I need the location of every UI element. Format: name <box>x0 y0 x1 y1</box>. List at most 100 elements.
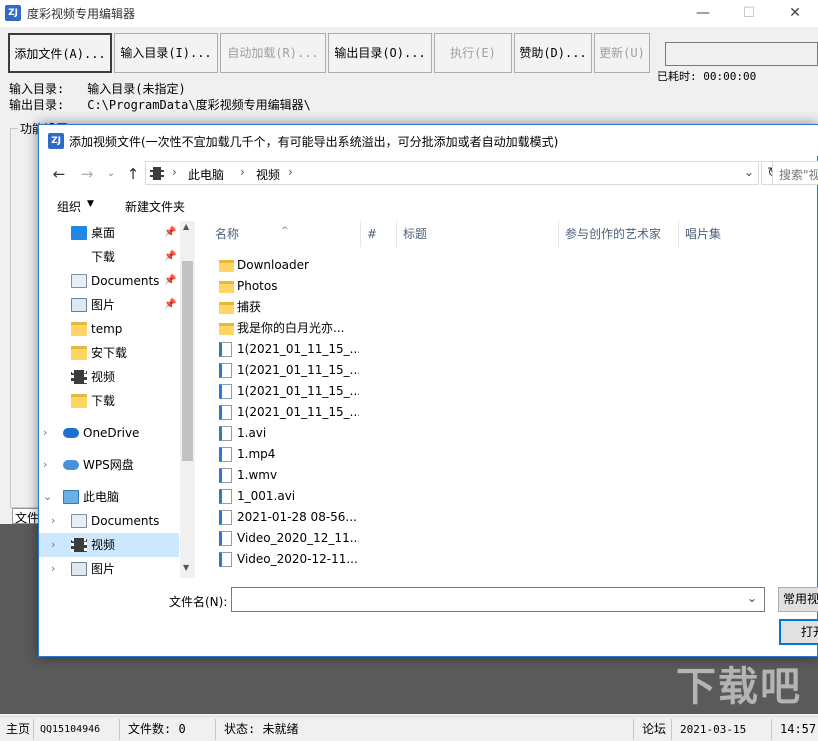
file-name: Video_2020_12_11... <box>237 528 359 549</box>
command-bar: 组织 ▼ 新建文件夹 <box>39 193 818 219</box>
nav-pane-item[interactable]: › 图片 <box>39 557 179 578</box>
column-header-album[interactable]: 唱片集 <box>679 221 818 247</box>
file-list-item[interactable]: Video_2020_12_11... <box>209 528 359 549</box>
column-header-artist[interactable]: 参与创作的艺术家 <box>559 221 679 247</box>
address-dropdown-icon[interactable]: ⌄ <box>744 165 754 179</box>
column-header-number[interactable]: # <box>361 221 397 247</box>
breadcrumb-separator[interactable]: › <box>288 165 293 179</box>
nav-pane-item-label: 视频 <box>91 365 115 389</box>
scroll-down-icon[interactable]: ▼ <box>183 563 189 572</box>
output-dir-label: 输出目录: <box>9 97 80 113</box>
nav-pane-item-label: temp <box>91 317 122 341</box>
home-link[interactable]: 主页 <box>2 719 34 740</box>
auto-load-button[interactable]: 自动加载(R)... <box>220 33 326 73</box>
search-input[interactable]: 搜索"视频" <box>772 161 818 185</box>
file-list-item[interactable]: 1_001.avi <box>209 486 359 507</box>
back-arrow-icon[interactable]: ← <box>49 164 69 184</box>
video-file-icon <box>219 426 232 441</box>
maximize-button[interactable]: ☐ <box>726 0 772 27</box>
expand-chevron-icon[interactable]: › <box>51 509 55 533</box>
file-name: Downloader <box>237 255 309 276</box>
new-folder-button[interactable]: 新建文件夹 <box>125 198 185 215</box>
this-pc-icon <box>63 490 79 504</box>
add-video-file-dialog: ZJ 添加视频文件(一次性不宜加载几千个，有可能导出系统溢出，可分批添加或者自动… <box>38 124 818 657</box>
nav-pane-item-label: Documents <box>91 269 159 293</box>
expand-chevron-icon[interactable]: › <box>51 557 55 578</box>
recent-locations-icon[interactable]: ⌄ <box>101 164 121 184</box>
nav-scroll-thumb[interactable] <box>182 261 193 461</box>
column-headers: 名称 ^ # 标题 参与创作的艺术家 唱片集 <box>209 221 818 247</box>
dialog-nav-bar: ← → ⌄ ↑ › 此电脑 › 视频 › ⌄ ↻ 搜索"视频" <box>39 156 818 190</box>
expand-chevron-icon[interactable]: › <box>51 533 55 557</box>
collapse-chevron-icon[interactable]: ⌄ <box>43 485 52 509</box>
nav-pane-item-label: Documents <box>91 509 159 533</box>
breadcrumb-separator[interactable]: › <box>240 165 245 179</box>
donate-button[interactable]: 赞助(D)... <box>514 33 592 73</box>
filename-input[interactable] <box>231 587 765 612</box>
forum-link[interactable]: 论坛 <box>638 719 672 740</box>
add-file-button[interactable]: 添加文件(A)... <box>8 33 112 73</box>
close-button[interactable]: ✕ <box>772 0 818 27</box>
nav-pane-item-label: 图片 <box>91 557 115 578</box>
filename-dropdown-icon[interactable]: ⌄ <box>747 591 757 605</box>
up-arrow-icon[interactable]: ↑ <box>123 164 143 184</box>
file-list-tab[interactable]: 文件 <box>12 508 40 524</box>
nav-pane-item[interactable]: › OneDrive <box>39 421 179 445</box>
minimize-button[interactable]: — <box>680 0 726 27</box>
nav-pane-item[interactable]: 桌面📌 <box>39 221 179 245</box>
column-header-title[interactable]: 标题 <box>397 221 559 247</box>
nav-pane-item-label: 下载 <box>91 245 115 269</box>
file-type-filter-button[interactable]: 常用视 <box>778 587 818 612</box>
file-list-item[interactable]: Photos <box>209 276 359 297</box>
forward-arrow-icon[interactable]: → <box>77 164 97 184</box>
organize-menu-button[interactable]: 组织 <box>57 198 81 215</box>
elapsed-time: 已耗时: 00:00:00 <box>657 68 756 84</box>
execute-button[interactable]: 执行(E) <box>434 33 512 73</box>
input-dir-button[interactable]: 输入目录(I)... <box>114 33 218 73</box>
output-dir-button[interactable]: 输出目录(O)... <box>328 33 432 73</box>
file-list-item[interactable]: 2021-01-28 08-56... <box>209 507 359 528</box>
nav-pane-item[interactable]: 视频 <box>39 365 179 389</box>
file-list-item[interactable]: Downloader <box>209 255 359 276</box>
nav-pane-item[interactable]: ›WPS网盘 <box>39 453 179 477</box>
file-list-item[interactable]: 1.wmv <box>209 465 359 486</box>
qq-contact: QQ15104946 <box>36 719 120 740</box>
nav-pane-item[interactable]: 下载📌 <box>39 245 179 269</box>
nav-pane-item[interactable]: 图片📌 <box>39 293 179 317</box>
nav-pane-item[interactable]: 下载 <box>39 389 179 413</box>
file-list-item[interactable]: 1.avi <box>209 423 359 444</box>
caret-down-icon[interactable]: ▼ <box>87 199 94 209</box>
documents-icon <box>71 514 87 528</box>
file-list-item[interactable]: 1.mp4 <box>209 444 359 465</box>
app-title-bar: ZJ 度彩视频专用编辑器 — ☐ ✕ <box>0 0 818 27</box>
dialog-title-bar: ZJ 添加视频文件(一次性不宜加载几千个，有可能导出系统溢出，可分批添加或者自动… <box>39 125 818 156</box>
open-button[interactable]: 打开 <box>779 619 818 645</box>
nav-pane-item[interactable]: ⌄此电脑 <box>39 485 179 509</box>
scroll-up-icon[interactable]: ▲ <box>183 222 189 231</box>
breadcrumb-this-pc[interactable]: 此电脑 <box>188 166 224 183</box>
nav-pane-item[interactable]: › Documents <box>39 509 179 533</box>
file-list-item[interactable]: 1(2021_01_11_15_... <box>209 381 359 402</box>
breadcrumb-videos[interactable]: 视频 <box>256 166 280 183</box>
nav-pane-scrollbar[interactable]: ▲ ▼ <box>180 221 195 578</box>
nav-pane-item-label: OneDrive <box>83 421 139 445</box>
folder-icon <box>71 394 87 408</box>
folder-icon <box>219 323 234 335</box>
update-button[interactable]: 更新(U) <box>594 33 650 73</box>
file-list-item[interactable]: Video_2020-12-11... <box>209 549 359 570</box>
file-list-item[interactable]: 我是你的白月光亦... <box>209 318 359 339</box>
breadcrumb-separator[interactable]: › <box>172 165 177 179</box>
nav-pane-item[interactable]: ›视频 <box>39 533 179 557</box>
nav-pane-item[interactable]: 安下载 <box>39 341 179 365</box>
nav-pane-item[interactable]: Documents📌 <box>39 269 179 293</box>
video-file-icon <box>219 447 232 462</box>
nav-pane-item[interactable]: temp <box>39 317 179 341</box>
file-list-item[interactable]: 1(2021_01_11_15_... <box>209 360 359 381</box>
address-bar[interactable]: › 此电脑 › 视频 › ⌄ <box>145 161 759 185</box>
file-list-item[interactable]: 捕获 <box>209 297 359 318</box>
expand-chevron-icon[interactable]: › <box>43 453 47 477</box>
file-list-item[interactable]: 1(2021_01_11_15_... <box>209 402 359 423</box>
column-header-name[interactable]: 名称 ^ <box>209 221 361 247</box>
expand-chevron-icon[interactable]: › <box>43 421 47 445</box>
file-list-item[interactable]: 1(2021_01_11_15_... <box>209 339 359 360</box>
